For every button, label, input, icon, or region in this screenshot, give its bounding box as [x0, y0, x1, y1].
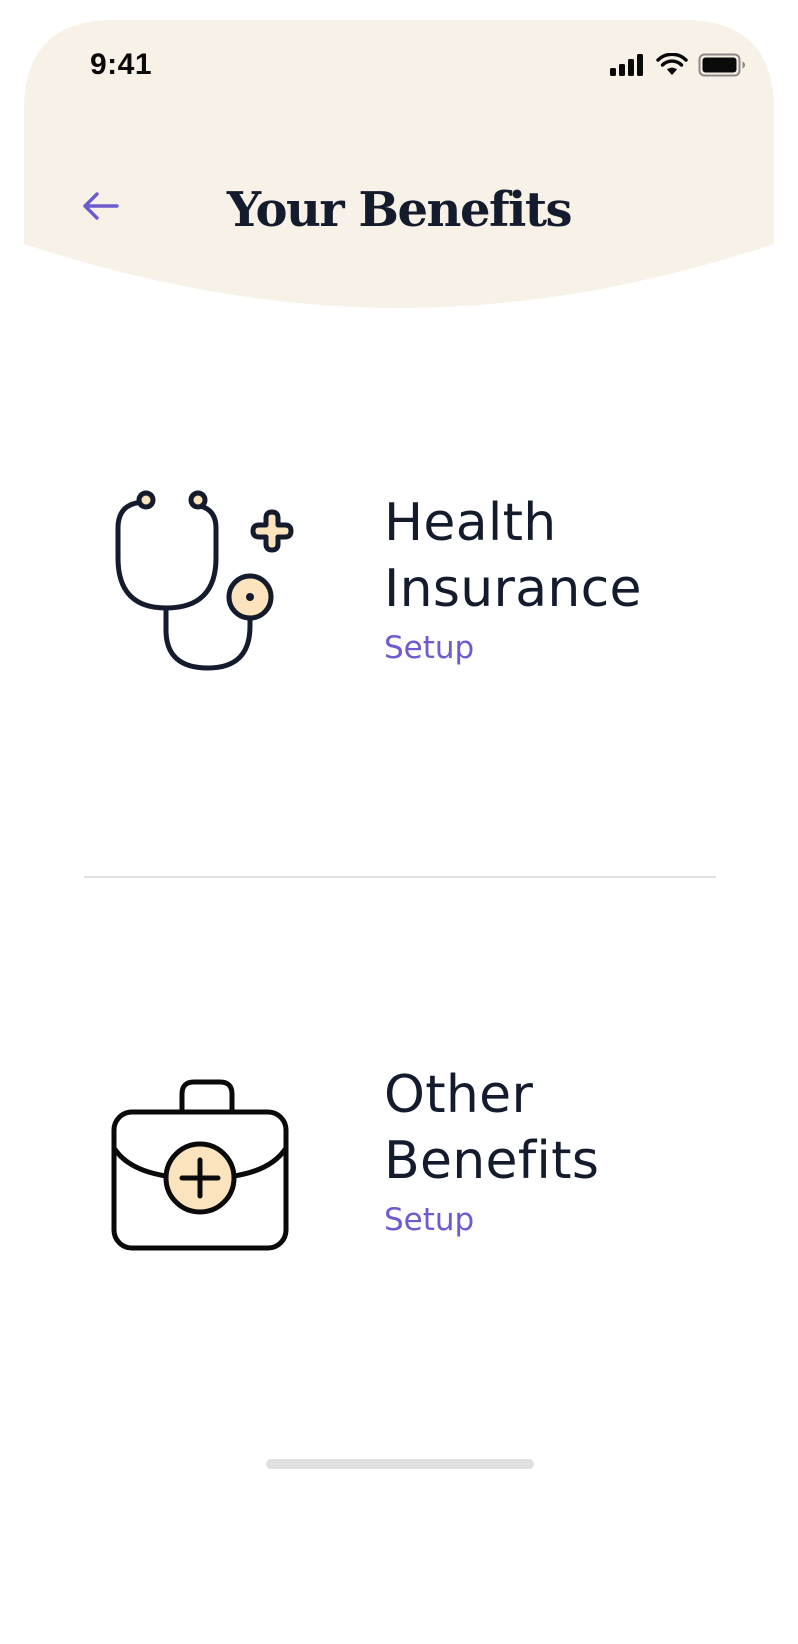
status-bar: 9:41	[24, 20, 774, 110]
divider	[84, 876, 716, 878]
benefit-title-line2: Benefits	[384, 1131, 600, 1191]
benefit-title-line2: Insurance	[384, 559, 642, 619]
benefit-other-benefits[interactable]: Other Benefits Setup	[84, 1062, 714, 1282]
stethoscope-icon	[115, 490, 294, 671]
benefit-title: Other Benefits	[384, 1062, 704, 1194]
benefit-icon	[108, 490, 308, 690]
status-icons	[610, 50, 746, 80]
benefit-title-line1: Health	[384, 493, 557, 553]
benefit-health-insurance[interactable]: Health Insurance Setup	[84, 490, 714, 710]
benefits-screen: 9:41 Your Benefits Health Insurance Setu…	[0, 0, 798, 1644]
home-indicator[interactable]	[266, 1459, 534, 1469]
benefit-text: Health Insurance Setup	[384, 490, 704, 666]
cellular-signal-icon	[610, 54, 643, 76]
medical-briefcase-icon	[111, 1079, 289, 1251]
battery-icon	[698, 53, 745, 77]
benefit-title: Health Insurance	[384, 490, 704, 622]
benefit-title-line1: Other	[384, 1065, 534, 1125]
wifi-icon	[656, 53, 688, 75]
benefit-text: Other Benefits Setup	[384, 1062, 704, 1238]
page-title: Your Benefits	[226, 182, 573, 238]
benefit-icon	[108, 1072, 308, 1272]
other-benefits-setup-link[interactable]: Setup	[384, 1202, 474, 1238]
status-time: 9:41	[90, 48, 153, 81]
health-insurance-setup-link[interactable]: Setup	[384, 630, 474, 666]
